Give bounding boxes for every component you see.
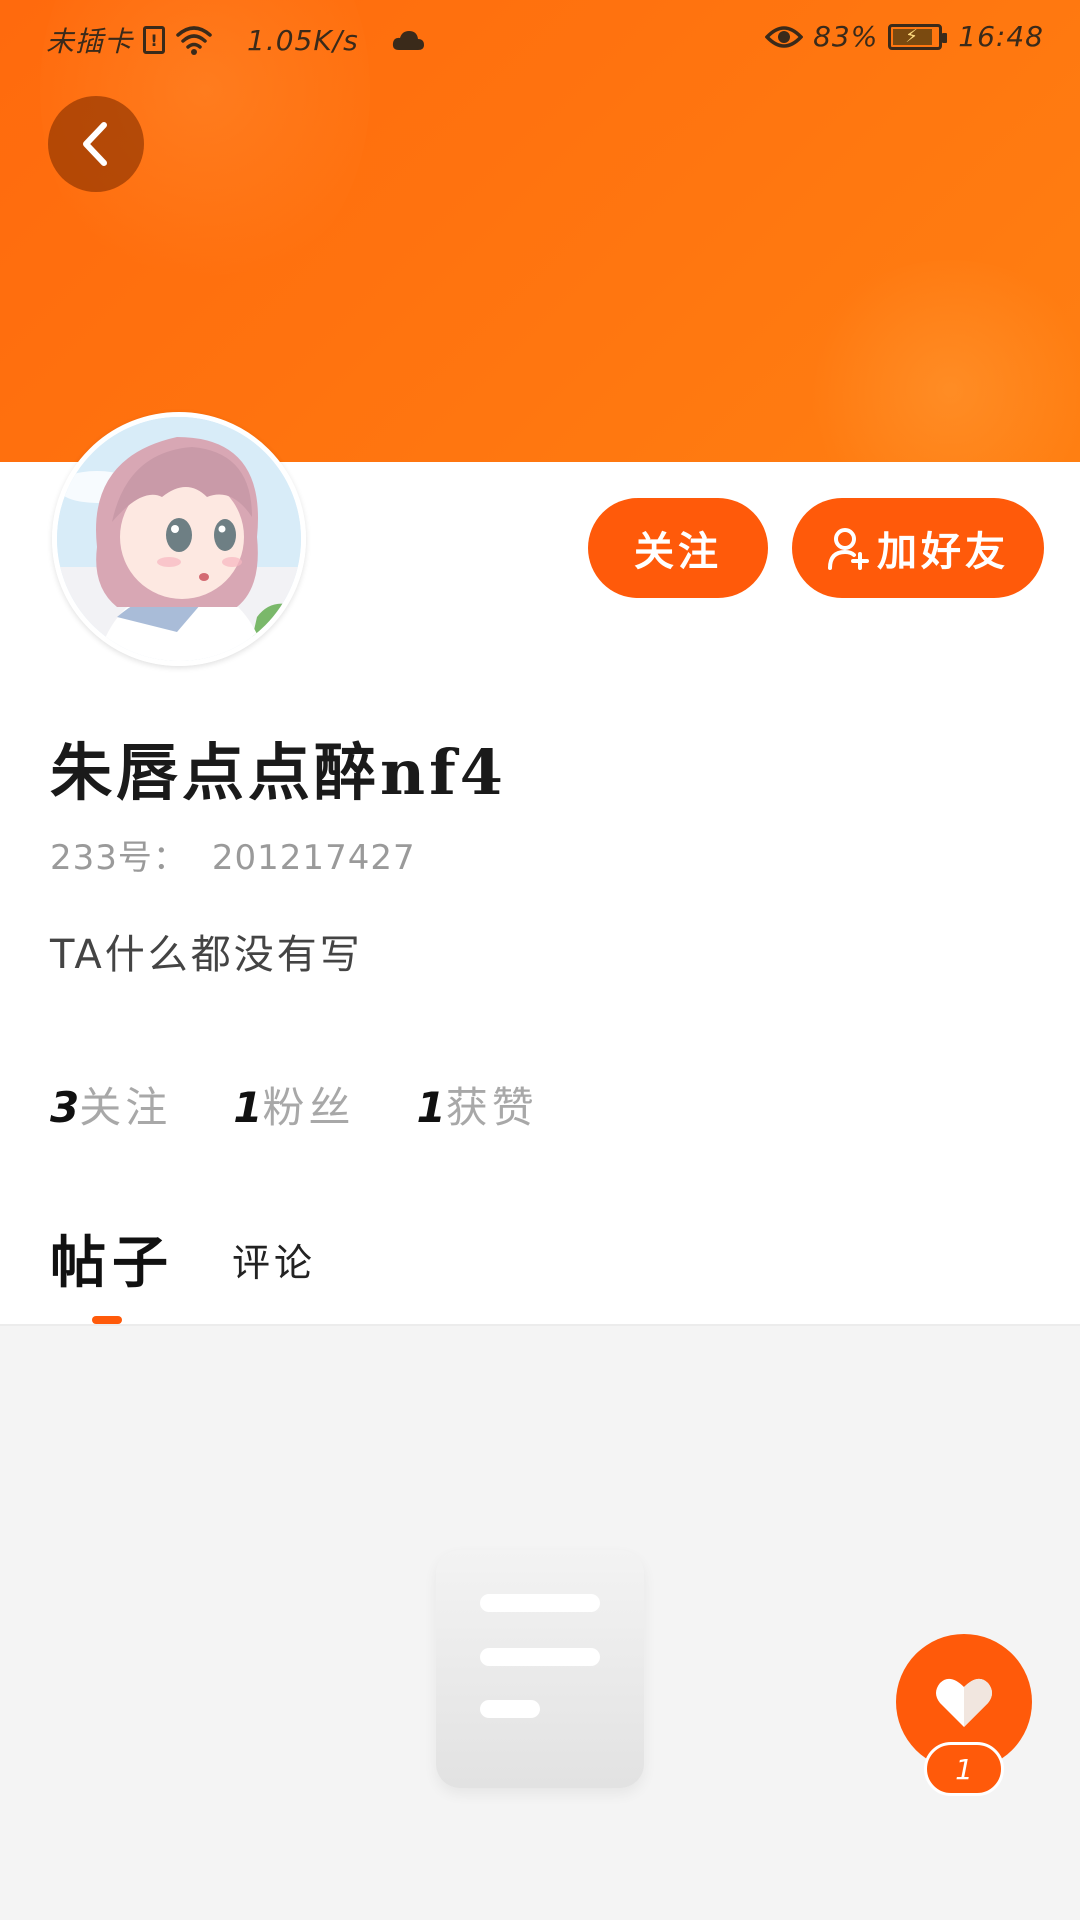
add-user-icon xyxy=(828,528,869,570)
profile-stats: 3关注 1粉丝 1获赞 xyxy=(50,1074,538,1135)
tab-posts[interactable]: 帖子 xyxy=(50,1218,174,1299)
clock-text: 16:48 xyxy=(958,20,1044,53)
username: 朱唇点点醉nf4 xyxy=(50,736,507,809)
avatar-illustration xyxy=(57,417,301,661)
cloud-icon xyxy=(392,31,424,50)
stat-likes[interactable]: 1获赞 xyxy=(417,1074,538,1135)
stat-label: 粉丝 xyxy=(262,1083,355,1132)
status-bar: 未插卡 ! 1.05K/s 83% ⚡ 16:48 xyxy=(0,0,1080,80)
chevron-left-icon xyxy=(83,122,107,166)
stat-number: 1 xyxy=(233,1083,263,1132)
heart-icon xyxy=(936,1678,992,1727)
tab-comments[interactable]: 评论 xyxy=(232,1232,316,1287)
stat-following[interactable]: 3关注 xyxy=(50,1074,171,1135)
back-button[interactable] xyxy=(48,96,144,192)
active-tab-indicator xyxy=(92,1316,122,1324)
user-id-label: 233号： xyxy=(50,838,188,878)
stat-followers[interactable]: 1粉丝 xyxy=(233,1074,354,1135)
status-bar-left: 未插卡 ! 1.05K/s xyxy=(46,20,425,60)
avatar[interactable] xyxy=(52,412,306,666)
like-count-badge: 1 xyxy=(924,1742,1004,1796)
battery-charging-icon: ⚡ xyxy=(888,23,948,50)
banner-decoration xyxy=(800,260,1080,462)
network-speed-text: 1.05K/s xyxy=(247,23,359,57)
user-id: 233号： 201217427 xyxy=(50,830,416,879)
battery-percent-text: 83% xyxy=(813,20,879,53)
profile-page: 未插卡 ! 1.05K/s 83% ⚡ 16:48 关注 加好友 朱唇点点醉nf… xyxy=(0,0,1080,1920)
wifi-icon xyxy=(176,26,212,55)
add-friend-button-label: 加好友 xyxy=(877,529,1009,575)
status-bar-right: 83% ⚡ 16:48 xyxy=(765,20,1044,53)
follow-button-label: 关注 xyxy=(634,529,722,575)
user-id-value: 201217427 xyxy=(211,838,416,878)
stat-label: 关注 xyxy=(79,1083,172,1132)
eye-icon xyxy=(765,25,804,48)
user-bio: TA什么都没有写 xyxy=(50,932,363,978)
stat-number: 1 xyxy=(416,1083,446,1132)
stat-number: 3 xyxy=(50,1083,80,1132)
posts-content-area xyxy=(0,1324,1080,1920)
stat-label: 获赞 xyxy=(445,1083,538,1132)
follow-button[interactable]: 关注 xyxy=(588,498,768,598)
add-friend-button[interactable]: 加好友 xyxy=(792,498,1044,598)
carrier-text: 未插卡 xyxy=(46,25,134,58)
empty-document-icon xyxy=(436,1550,644,1788)
sim-alert-icon: ! xyxy=(143,26,166,54)
